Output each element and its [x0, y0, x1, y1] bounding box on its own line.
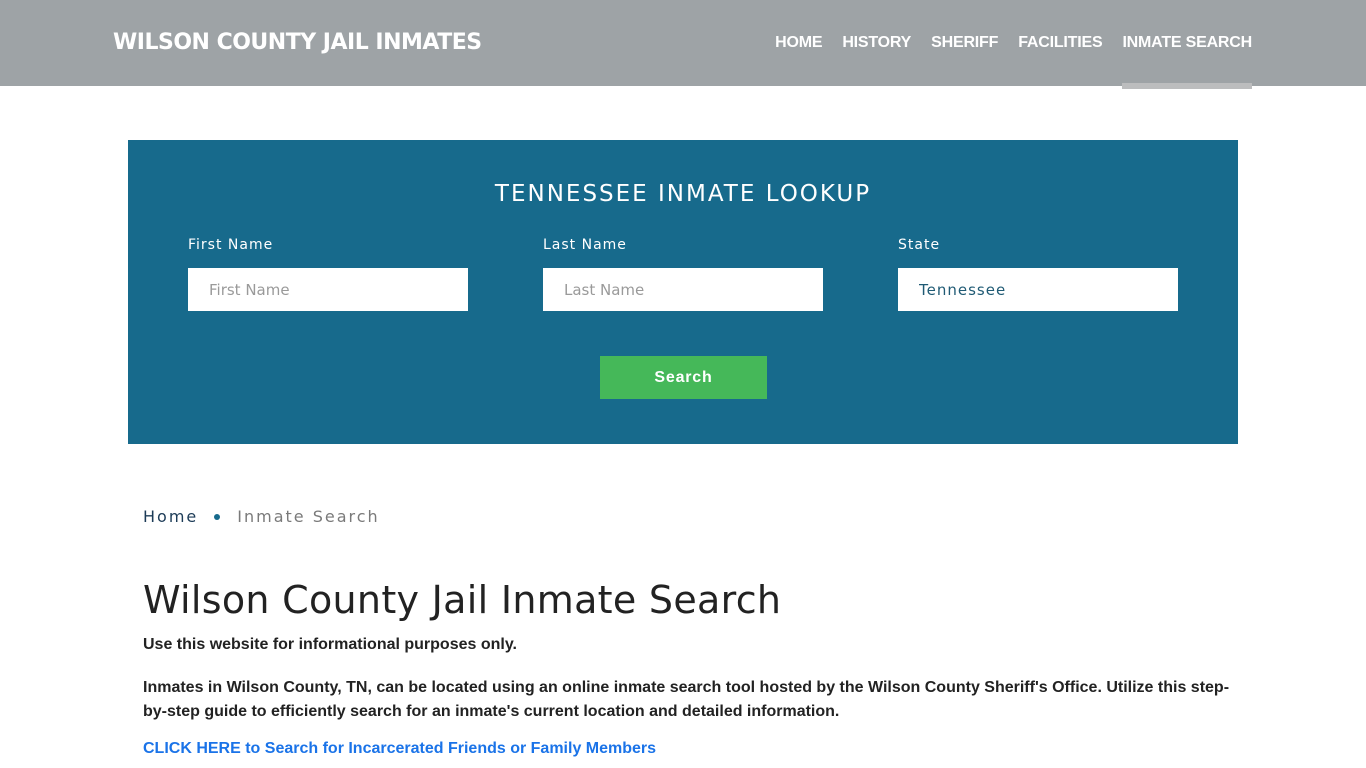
first-name-input[interactable]	[188, 268, 468, 311]
page-title: Wilson County Jail Inmate Search	[143, 578, 782, 622]
site-header: WILSON COUNTY JAIL INMATES HOME HISTORY …	[0, 0, 1366, 89]
nav-home[interactable]: HOME	[775, 0, 822, 86]
site-brand-link[interactable]: WILSON COUNTY JAIL INMATES	[113, 30, 482, 55]
breadcrumb: Home Inmate Search	[143, 507, 380, 526]
state-label: State	[898, 237, 941, 253]
search-button[interactable]: Search	[600, 356, 767, 399]
main-nav: HOME HISTORY SHERIFF FACILITIES INMATE S…	[755, 0, 1252, 89]
last-name-input[interactable]	[543, 268, 823, 311]
intro-paragraph: Inmates in Wilson County, TN, can be loc…	[143, 679, 1230, 720]
search-incarcerated-link[interactable]: CLICK HERE to Search for Incarcerated Fr…	[143, 740, 656, 758]
last-name-label: Last Name	[543, 237, 627, 253]
breadcrumb-current: Inmate Search	[237, 507, 380, 526]
breadcrumb-home-link[interactable]: Home	[143, 507, 198, 526]
lookup-title: TENNESSEE INMATE LOOKUP	[494, 181, 872, 207]
disclaimer-text: Use this website for informational purpo…	[143, 636, 517, 653]
breadcrumb-separator-dot-icon	[214, 513, 221, 520]
nav-facilities[interactable]: FACILITIES	[1018, 0, 1102, 86]
nav-history[interactable]: HISTORY	[842, 0, 911, 86]
nav-inmate-search[interactable]: INMATE SEARCH	[1122, 0, 1252, 89]
first-name-label: First Name	[188, 237, 274, 253]
nav-sheriff[interactable]: SHERIFF	[931, 0, 998, 86]
state-input[interactable]	[898, 268, 1178, 311]
